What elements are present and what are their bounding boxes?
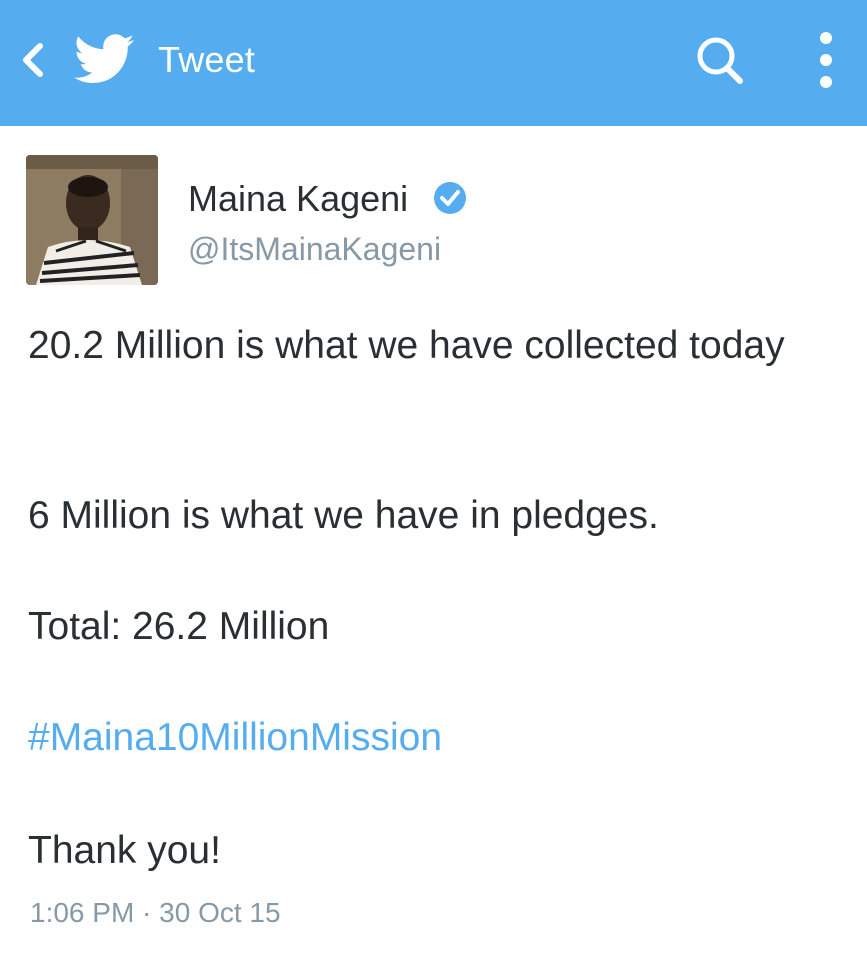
tweet-text-line: 6 Million is what we have in pledges.: [28, 494, 659, 537]
back-icon: [23, 43, 43, 77]
tweet-timestamp: 1:06 PM · 30 Oct 15: [30, 897, 281, 928]
tweet-text-line: Thank you!: [28, 829, 221, 872]
tweet-text-line: Total: 26.2 Million: [28, 605, 330, 648]
search-icon: [697, 37, 743, 84]
verified-badge-icon: [434, 182, 466, 214]
more-options-button[interactable]: [808, 26, 846, 94]
app-header: Tweet: [0, 0, 867, 126]
header-title: Tweet: [158, 39, 256, 80]
author-handle[interactable]: @ItsMainaKageni: [188, 230, 441, 268]
twitter-bird-icon: [74, 34, 134, 83]
search-button[interactable]: [690, 30, 750, 90]
more-vertical-icon: [820, 32, 832, 44]
author-name[interactable]: Maina Kageni: [188, 178, 408, 220]
hashtag-link[interactable]: #Maina10MillionMission: [28, 712, 828, 764]
more-vertical-icon: [820, 54, 832, 66]
more-vertical-icon: [820, 76, 832, 88]
back-button[interactable]: [14, 38, 50, 82]
author-avatar[interactable]: [26, 155, 158, 285]
tweet-text-line: 20.2 Million is what we have collected t…: [28, 324, 785, 367]
